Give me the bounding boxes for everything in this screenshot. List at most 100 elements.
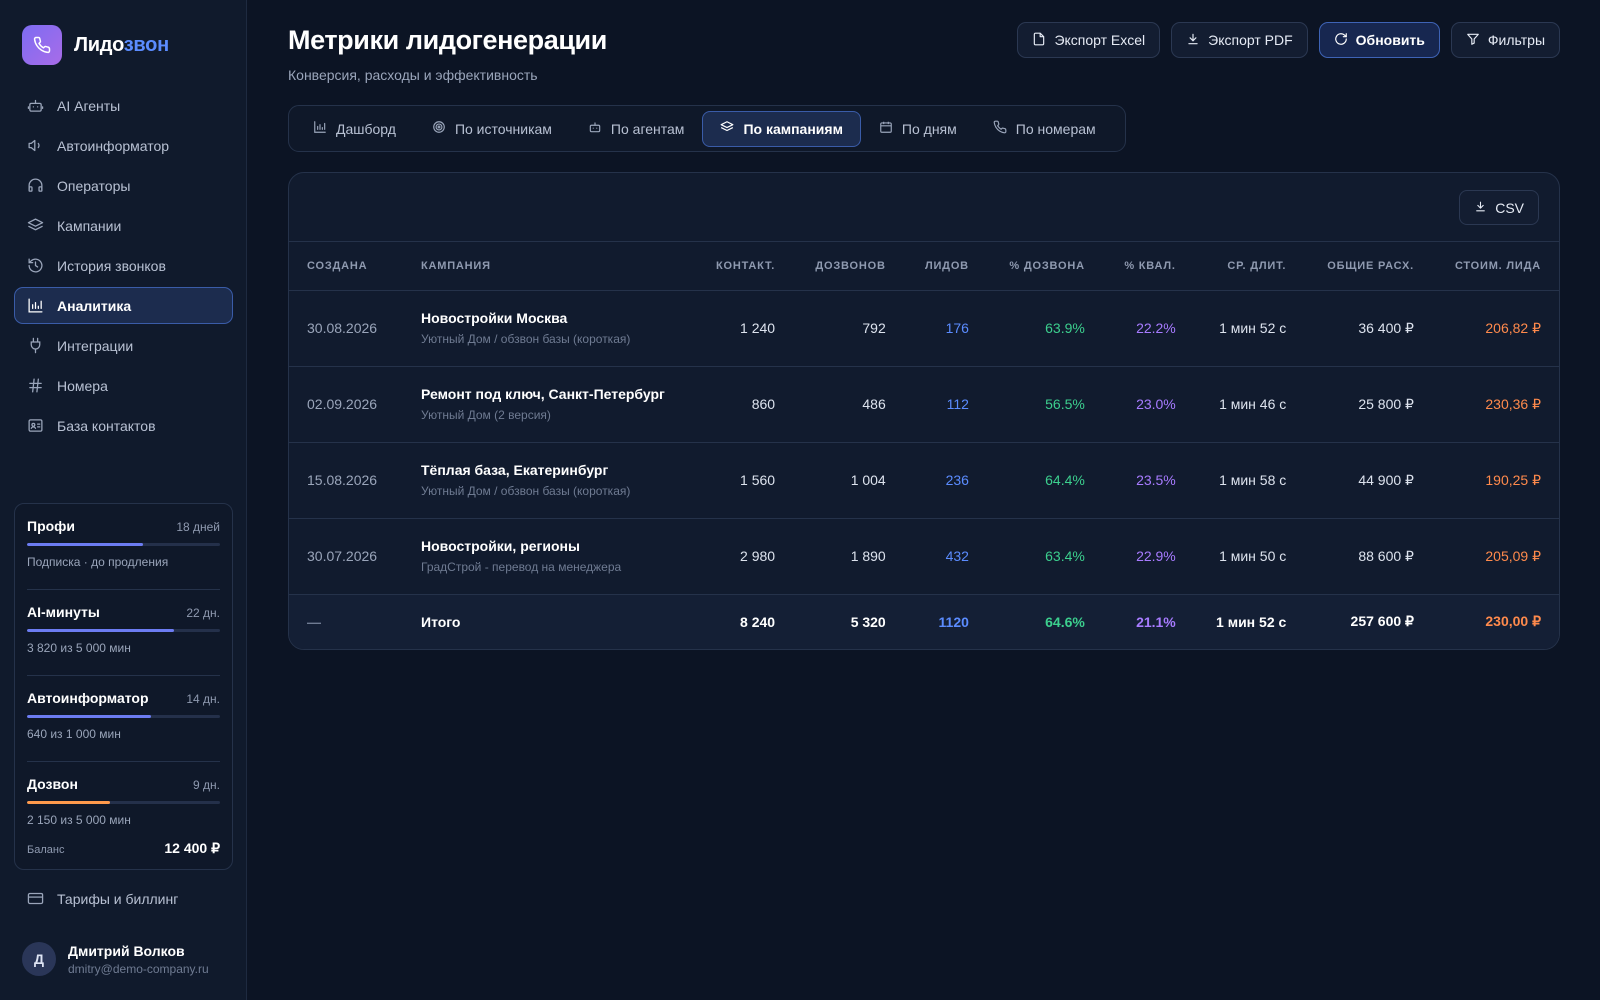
- sidebar-item-numbers[interactable]: Номера: [14, 367, 233, 404]
- user-profile[interactable]: Д Дмитрий Волков dmitry@demo-company.ru: [22, 942, 209, 976]
- cell-cost-per-lead: 205,09 ₽: [1431, 518, 1559, 595]
- cell-cost-per-lead: 206,82 ₽: [1431, 290, 1559, 367]
- download-icon: [1186, 32, 1200, 49]
- cell-avg-duration: 1 мин 50 с: [1193, 518, 1305, 595]
- header-actions: Экспорт Excel Экспорт PDF Обновить Фильт…: [1017, 22, 1560, 58]
- plan-sub: 640 из 1 000 мин: [27, 727, 121, 741]
- brand-name: Лидозвон: [74, 34, 169, 57]
- sidebar-item-integrations[interactable]: Интеграции: [14, 327, 233, 364]
- column-header-campaign[interactable]: КАМПАНИЯ: [403, 242, 695, 291]
- campaigns-table-card: CSV СОЗДАНА КАМПАНИЯ КОНТАКТ. ДОЗВОНОВ Л…: [288, 172, 1560, 650]
- logo[interactable]: Лидозвон: [22, 25, 169, 65]
- filters-button[interactable]: Фильтры: [1450, 22, 1560, 58]
- tab-by-numbers[interactable]: По номерам: [975, 111, 1114, 147]
- cell-spend: 25 800 ₽: [1304, 366, 1432, 443]
- cell-avg-duration: 1 мин 58 с: [1193, 442, 1305, 519]
- tab-by-days[interactable]: По дням: [861, 111, 975, 147]
- plan-sub: 2 150 из 5 000 мин: [27, 813, 131, 827]
- sidebar-item-call-history[interactable]: История звонков: [14, 247, 233, 284]
- tab-by-campaigns[interactable]: По кампаниям: [702, 110, 861, 147]
- sidebar-item-label: Тарифы и биллинг: [57, 890, 179, 907]
- cell-connects: 1 004: [793, 442, 904, 519]
- plan-block-dialer: Дозвон 9 дн. 2 150 из 5 000 мин: [27, 762, 220, 848]
- speaker-icon: [26, 137, 44, 155]
- cell-connects: 1 890: [793, 518, 904, 595]
- column-header-connect-rate[interactable]: % ДОЗВОНА: [986, 242, 1103, 291]
- campaign-name[interactable]: Ремонт под ключ, Санкт-Петербург: [421, 386, 676, 402]
- column-header-connects[interactable]: ДОЗВОНОВ: [793, 242, 904, 291]
- tab-label: Дашборд: [336, 120, 396, 137]
- column-header-cost-per-lead[interactable]: СТОИМ. ЛИДА: [1431, 242, 1559, 291]
- cell-spend: 36 400 ₽: [1304, 290, 1432, 367]
- plan-days: 14 дн.: [186, 692, 220, 706]
- export-pdf-button[interactable]: Экспорт PDF: [1171, 22, 1308, 58]
- balance-label: Баланс: [27, 844, 65, 856]
- plan-progress-fill: [27, 715, 151, 718]
- column-header-spend[interactable]: ОБЩИЕ РАСХ.: [1304, 242, 1432, 291]
- campaign-name[interactable]: Новостройки, регионы: [421, 538, 676, 554]
- cell-created: 30.08.2026: [289, 290, 403, 367]
- cell-connect-rate: 63.4%: [986, 518, 1103, 595]
- phone-icon: [993, 120, 1007, 137]
- page-title: Метрики лидогенерации: [288, 25, 607, 55]
- cell-cost-per-lead: 230,00 ₽: [1431, 594, 1559, 649]
- plan-days: 18 дней: [176, 520, 220, 534]
- cell-avg-duration: 1 мин 52 с: [1193, 290, 1305, 367]
- cell-campaign: Тёплая база, Екатеринбург Уютный Дом / об…: [403, 442, 695, 519]
- table-row[interactable]: 15.08.2026 Тёплая база, Екатеринбург Уютн…: [289, 442, 1559, 519]
- column-header-qual-rate[interactable]: % КВАЛ.: [1102, 242, 1194, 291]
- tab-by-sources[interactable]: По источникам: [414, 111, 570, 147]
- campaign-name[interactable]: Тёплая база, Екатеринбург: [421, 462, 676, 478]
- column-header-avg-duration[interactable]: СР. ДЛИТ.: [1193, 242, 1305, 291]
- cell-contacts: 1 560: [694, 442, 794, 519]
- column-header-contacts[interactable]: КОНТАКТ.: [694, 242, 794, 291]
- column-header-leads[interactable]: ЛИДОВ: [903, 242, 987, 291]
- cell-spend: 44 900 ₽: [1304, 442, 1432, 519]
- cell-campaign: Новостройки, регионы ГрадСтрой - перевод …: [403, 518, 695, 595]
- sidebar-item-label: Автоинформатор: [57, 137, 170, 154]
- tab-by-agents[interactable]: По агентам: [570, 111, 703, 147]
- sidebar-item-contacts[interactable]: База контактов: [14, 407, 233, 444]
- brand-name-accent: звон: [123, 33, 169, 56]
- table-row[interactable]: 30.08.2026 Новостройки Москва Уютный Дом …: [289, 290, 1559, 367]
- sidebar-item-autoinformer[interactable]: Автоинформатор: [14, 127, 233, 164]
- export-excel-button[interactable]: Экспорт Excel: [1017, 22, 1161, 58]
- cell-leads: 236: [903, 442, 987, 519]
- user-email: dmitry@demo-company.ru: [68, 961, 209, 976]
- column-header-created[interactable]: СОЗДАНА: [289, 242, 403, 291]
- avatar: Д: [22, 942, 56, 976]
- cell-connect-rate: 63.9%: [986, 290, 1103, 367]
- tab-dashboard[interactable]: Дашборд: [295, 111, 414, 147]
- cell-connect-rate: 64.6%: [986, 594, 1103, 649]
- export-pdf-label: Экспорт PDF: [1208, 32, 1293, 48]
- plan-sub: Подписка · до продления: [27, 555, 169, 569]
- target-icon: [432, 120, 446, 137]
- sidebar-nav: AI Агенты Автоинформатор Операторы Кампа…: [14, 87, 233, 447]
- sidebar-item-operators[interactable]: Операторы: [14, 167, 233, 204]
- cell-avg-duration: 1 мин 52 с: [1193, 594, 1305, 649]
- sidebar-item-label: Номера: [57, 377, 108, 394]
- cell-qual-rate: 23.0%: [1102, 366, 1194, 443]
- cell-connect-rate: 64.4%: [986, 442, 1103, 519]
- sidebar-item-billing[interactable]: Тарифы и биллинг: [14, 880, 233, 917]
- sidebar-item-campaigns[interactable]: Кампании: [14, 207, 233, 244]
- sidebar-item-ai-agents[interactable]: AI Агенты: [14, 87, 233, 124]
- table-row[interactable]: 30.07.2026 Новостройки, регионы ГрадСтрой…: [289, 518, 1559, 595]
- sidebar-item-analytics[interactable]: Аналитика: [14, 287, 233, 324]
- campaign-script: Уютный Дом (2 версия): [421, 408, 551, 422]
- cell-cost-per-lead: 230,36 ₽: [1431, 366, 1559, 443]
- csv-label: CSV: [1495, 199, 1524, 216]
- campaign-name[interactable]: Новостройки Москва: [421, 310, 676, 326]
- cell-spend: 88 600 ₽: [1304, 518, 1432, 595]
- file-icon: [1032, 32, 1046, 49]
- refresh-button[interactable]: Обновить: [1318, 22, 1440, 58]
- csv-export-button[interactable]: CSV: [1459, 190, 1539, 225]
- layers-icon: [26, 217, 44, 235]
- plan-name: AI-минуты: [27, 604, 100, 620]
- balance: Баланс 12 400 ₽: [27, 840, 220, 857]
- cell-campaign: Новостройки Москва Уютный Дом / обзвон ба…: [403, 290, 695, 367]
- table-total-row: — Итого 8 240 5 320 1120 64.6% 21.1% 1 м…: [289, 594, 1559, 649]
- table-row[interactable]: 02.09.2026 Ремонт под ключ, Санкт-Петерб…: [289, 366, 1559, 443]
- robot-icon: [26, 97, 44, 115]
- tab-label: По агентам: [610, 120, 685, 137]
